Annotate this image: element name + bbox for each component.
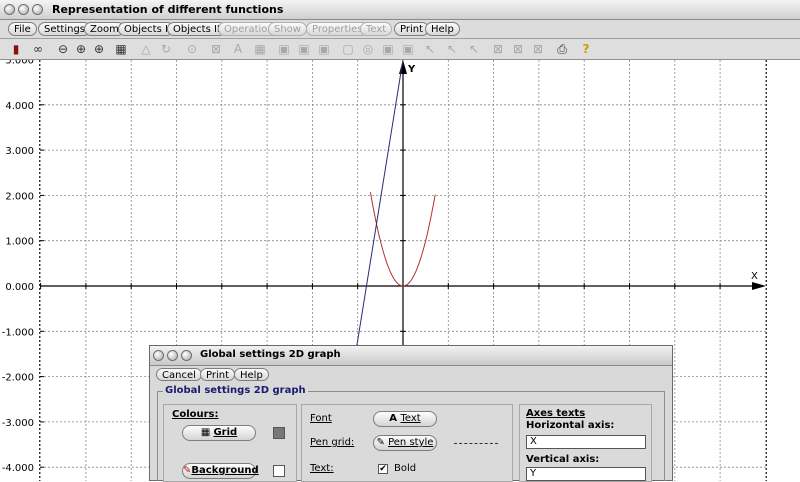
y-tick-label: -2.000	[2, 373, 34, 384]
frame-icon[interactable]: ▢	[340, 41, 356, 57]
pen-style-button[interactable]: ✎ Pen style	[373, 435, 437, 451]
axes-texts-panel: Axes texts Horizontal axis: X Vertical a…	[519, 404, 652, 482]
font-text-button[interactable]: A Text	[373, 411, 437, 427]
zoom-out-icon[interactable]: ⊖	[55, 41, 71, 57]
dialog-titlebar: Global settings 2D graph	[150, 346, 672, 366]
menu-show[interactable]: Show	[268, 22, 307, 36]
grid-icon: ▦	[200, 427, 214, 438]
font-a-icon: A	[389, 413, 401, 424]
rotate-icon[interactable]: ↻	[158, 41, 174, 57]
y-tick-label: 0.000	[5, 282, 34, 293]
bold-checkbox[interactable]: ✔	[378, 464, 388, 474]
menu-bar: File Settings Zoom Objects I Objects II …	[0, 20, 800, 39]
x-axis-label: X	[751, 271, 758, 282]
y-tick-label: 2.000	[5, 191, 34, 202]
y-tick-label: -3.000	[2, 418, 34, 429]
maximize-window-icon[interactable]	[32, 4, 43, 15]
y-tick-label: -4.000	[2, 463, 34, 474]
text-label: Text:	[310, 463, 334, 474]
dialog-title: Global settings 2D graph	[200, 349, 341, 360]
colours-panel: Colours: ▦ Grid ✎Background	[163, 404, 297, 482]
pen-style-preview	[454, 443, 498, 444]
menu-print[interactable]: Print	[394, 22, 430, 36]
pen-grid-label: Pen grid:	[310, 437, 355, 448]
binoculars-icon[interactable]: ⊙	[184, 41, 200, 57]
help-bulb-icon[interactable]: ?	[578, 41, 594, 57]
menu-text[interactable]: Text	[360, 22, 393, 36]
background-colour-button[interactable]: ✎Background	[182, 463, 259, 479]
pointer-plus-icon[interactable]: ↖	[444, 41, 460, 57]
horizontal-axis-label: Horizontal axis:	[526, 420, 615, 431]
dialog-close-icon[interactable]	[153, 350, 164, 361]
window-titlebar: Representation of different functions	[0, 0, 800, 20]
background-colour-swatch[interactable]	[273, 465, 285, 477]
delete-icon[interactable]: ⊠	[490, 41, 506, 57]
calculator-icon[interactable]: ▮	[8, 41, 24, 57]
y-axis-label: Y	[407, 64, 416, 75]
horizontal-axis-input[interactable]: X	[526, 435, 646, 449]
zoom-reset-icon[interactable]: ⊕	[91, 41, 107, 57]
export-icon[interactable]: ▣	[400, 41, 416, 57]
dialog-cancel-button[interactable]: Cancel	[156, 368, 202, 381]
select-icon[interactable]: ▣	[380, 41, 396, 57]
settings-group-title: Global settings 2D graph	[163, 385, 308, 396]
pen-icon: ✎	[376, 437, 389, 448]
menu-file[interactable]: File	[8, 22, 37, 36]
target-icon[interactable]: ◎	[360, 41, 376, 57]
toolbar: ▮ ∞ ⊖ ⊕ ⊕ ▦ △ ↻ ⊙ ⊠ A ▦ ▣ ▣ ▣ ▢ ◎ ▣ ▣ ↖ ↖ ↖ ⊠ ⊠ ⊠ ⎙?	[0, 39, 800, 60]
minimize-window-icon[interactable]	[18, 4, 29, 15]
dialog-help-button[interactable]: Help	[234, 368, 269, 381]
dialog-menu-bar: Cancel Print Help	[150, 366, 672, 382]
text-a-icon[interactable]: A	[230, 41, 246, 57]
menu-objects-1[interactable]: Objects I	[118, 22, 174, 36]
pen-style-button-label: Pen style	[388, 437, 434, 448]
zoom-in-icon[interactable]: ⊕	[73, 41, 89, 57]
font-pen-panel: Font A Text Pen grid: ✎ Pen style Text: …	[301, 404, 513, 482]
paste-icon[interactable]: ▣	[316, 41, 332, 57]
vertical-axis-input[interactable]: Y	[526, 467, 646, 481]
delete-all-icon[interactable]: ⊠	[510, 41, 526, 57]
bold-label: Bold	[394, 463, 417, 474]
colours-label: Colours:	[172, 409, 219, 420]
triangle-icon[interactable]: △	[138, 41, 154, 57]
y-tick-label: 1.000	[5, 237, 34, 248]
erase-icon[interactable]: ⊠	[530, 41, 546, 57]
global-settings-dialog: Global settings 2D graph Cancel Print He…	[149, 345, 673, 482]
pointer-minus-icon[interactable]: ↖	[466, 41, 482, 57]
vertical-axis-label: Vertical axis:	[526, 454, 600, 465]
menu-help[interactable]: Help	[425, 22, 460, 36]
graph-settings-icon[interactable]: ▦	[113, 41, 129, 57]
glasses-icon[interactable]: ∞	[30, 41, 46, 57]
background-button-label: Background	[191, 465, 259, 476]
dialog-print-button[interactable]: Print	[200, 368, 236, 381]
printer-icon[interactable]: ⎙	[554, 41, 570, 57]
move-icon[interactable]: ▣	[276, 41, 292, 57]
cross-box-icon[interactable]: ⊠	[208, 41, 224, 57]
copy-icon[interactable]: ▣	[296, 41, 312, 57]
y-tick-label: 3.000	[5, 146, 34, 157]
grid-icon[interactable]: ▦	[252, 41, 268, 57]
y-tick-label: 5.000	[5, 60, 34, 67]
y-tick-label: 4.000	[5, 101, 34, 112]
font-button-label: Text	[400, 413, 421, 424]
dialog-maximize-icon[interactable]	[181, 350, 192, 361]
window-title: Representation of different functions	[52, 3, 284, 16]
y-tick-label: -1.000	[2, 327, 34, 338]
dialog-minimize-icon[interactable]	[167, 350, 178, 361]
grid-colour-button[interactable]: ▦ Grid	[182, 425, 256, 441]
grid-button-label: Grid	[213, 427, 238, 438]
axes-texts-label: Axes texts	[526, 408, 586, 419]
close-window-icon[interactable]	[4, 4, 15, 15]
grid-colour-swatch[interactable]	[273, 427, 285, 439]
pointer-icon[interactable]: ↖	[422, 41, 438, 57]
font-label: Font	[310, 413, 332, 424]
